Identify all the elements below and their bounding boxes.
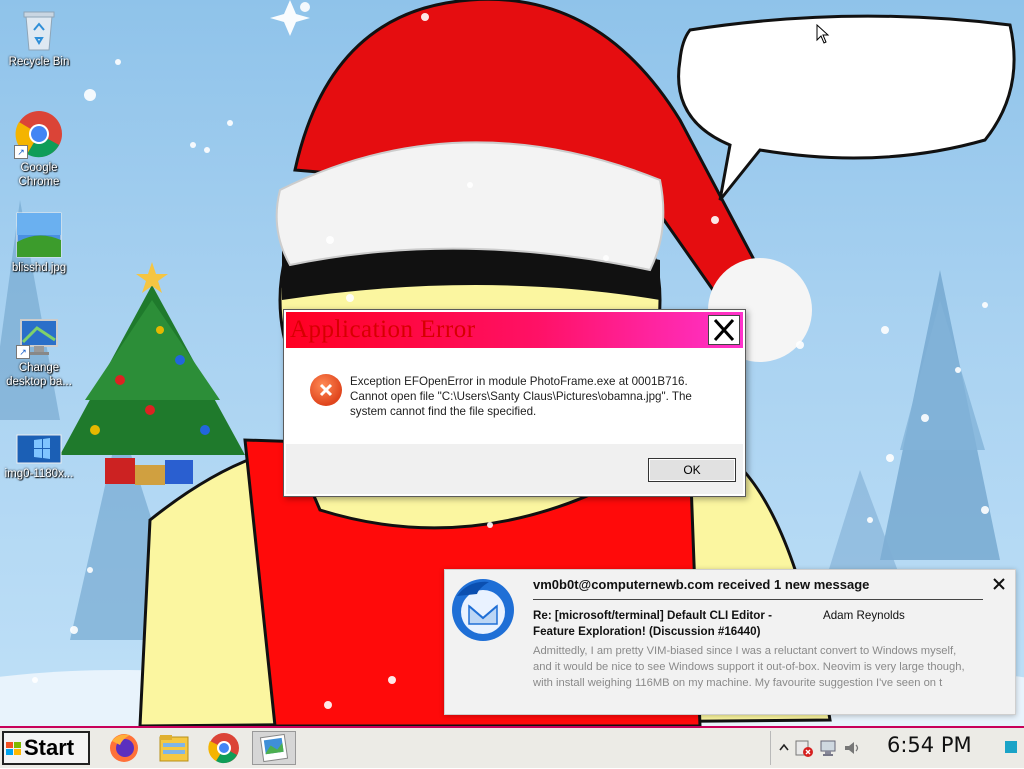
chrome-icon: ↗ <box>14 110 63 159</box>
dialog-titlebar[interactable]: Application Error <box>286 312 743 348</box>
system-tray: 6:54 PM <box>770 731 1021 765</box>
security-warning-icon[interactable] <box>795 739 813 757</box>
ok-button[interactable]: OK <box>648 458 736 482</box>
notification-close-button[interactable] <box>991 576 1007 592</box>
thunderbird-icon <box>452 579 514 641</box>
dialog-footer: OK <box>286 444 743 494</box>
notification-author: Adam Reynolds <box>823 609 905 622</box>
error-icon <box>310 374 342 406</box>
file-explorer-icon <box>159 735 189 762</box>
volume-icon[interactable] <box>843 739 861 757</box>
notification-preview: Admittedly, I am pretty VIM-biased since… <box>533 645 965 689</box>
desktop-icon-label: Google Chrome <box>18 162 60 188</box>
desktop-icon-img0[interactable]: img0-1180x... <box>1 434 77 481</box>
mail-notification[interactable]: vm0b0t@computernewb.com received 1 new m… <box>444 569 1016 715</box>
application-error-dialog: Application Error Exception EFOpenError … <box>283 309 746 497</box>
close-button[interactable] <box>708 315 740 345</box>
dialog-title: Application Error <box>290 316 476 343</box>
notification-subject: Re: [microsoft/terminal] Default CLI Edi… <box>533 609 772 638</box>
image-file-icon <box>16 434 62 464</box>
taskbar-firefox[interactable] <box>102 731 146 765</box>
taskbar-file-explorer[interactable] <box>152 731 196 765</box>
taskbar-clock[interactable]: 6:54 PM <box>887 733 972 757</box>
shortcut-arrow-icon: ↗ <box>16 345 30 359</box>
desktop-icon-label: Recycle Bin <box>8 56 70 68</box>
photo-viewer-icon <box>259 733 289 763</box>
desktop-icon-label: Change desktop ba... <box>6 362 72 388</box>
taskbar: Start 6:54 PM <box>0 726 1024 768</box>
image-file-icon <box>16 212 62 258</box>
error-message: Exception EFOpenError in module PhotoFra… <box>350 375 692 418</box>
desktop-icon-label: img0-1180x... <box>4 468 74 480</box>
network-icon[interactable] <box>819 739 837 757</box>
desktop-icon-recycle-bin[interactable]: Recycle Bin <box>1 8 77 69</box>
start-label: Start <box>24 735 75 760</box>
windows-logo-icon <box>6 742 21 755</box>
divider <box>533 599 983 600</box>
desktop-icon-blisshd[interactable]: blisshd.jpg <box>1 212 77 275</box>
taskbar-photo-viewer[interactable] <box>252 731 296 765</box>
firefox-icon <box>110 734 138 762</box>
show-desktop-button[interactable] <box>1005 741 1017 753</box>
chrome-icon <box>208 733 239 764</box>
taskbar-chrome[interactable] <box>202 731 246 765</box>
notification-sender: vm0b0t@computernewb.com received 1 new m… <box>533 577 870 592</box>
close-icon <box>993 578 1005 590</box>
recycle-bin-icon <box>22 8 56 52</box>
desktop-icon-label: blisshd.jpg <box>11 262 67 274</box>
start-button[interactable]: Start <box>2 731 90 765</box>
desktop-icon-change-desktop-background[interactable]: ↗ Change desktop ba... <box>1 318 77 389</box>
close-icon <box>713 318 735 342</box>
desktop: Recycle Bin ↗ Google Chrome blisshd.jpg … <box>0 0 1024 726</box>
mouse-cursor-icon <box>816 24 830 44</box>
display-settings-icon: ↗ <box>16 318 61 359</box>
desktop-icon-google-chrome[interactable]: ↗ Google Chrome <box>1 110 77 189</box>
shortcut-arrow-icon: ↗ <box>14 145 28 159</box>
chevron-up-icon[interactable] <box>779 741 789 755</box>
